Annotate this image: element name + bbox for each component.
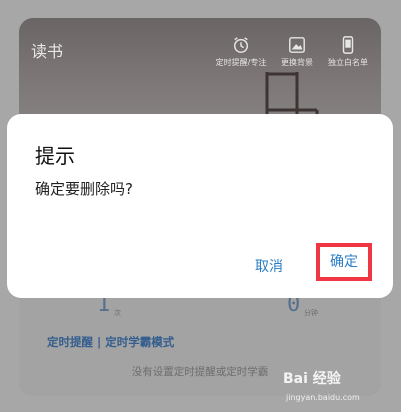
- timer-mode-link[interactable]: 定时提醒 | 定时学霸模式: [47, 334, 174, 350]
- confirm-button[interactable]: 确定: [316, 243, 372, 281]
- tool-label: 独立白名单: [328, 58, 368, 67]
- focus-reminder-button[interactable]: 定时提醒/专注: [211, 36, 271, 68]
- watermark-url: jingyan.baidu.com: [286, 393, 360, 402]
- image-icon: [289, 37, 305, 53]
- tool-label: 定时提醒/专注: [215, 58, 267, 67]
- stat-minutes-unit: 分钟: [304, 309, 318, 317]
- app-title: 读书: [31, 42, 64, 61]
- whitelist-button[interactable]: 独立白名单: [318, 36, 378, 68]
- dialog-message: 确定要删除吗?: [35, 180, 133, 198]
- watermark-logo: Bai 经验: [283, 371, 341, 387]
- confirm-dialog: 提示 确定要删除吗? 取消 确定: [7, 114, 393, 298]
- phone-icon: [342, 36, 354, 54]
- stat-count-unit: 次: [114, 309, 121, 317]
- alarm-clock-icon: [233, 37, 249, 53]
- cancel-button[interactable]: 取消: [255, 256, 283, 276]
- dialog-title: 提示: [35, 144, 75, 168]
